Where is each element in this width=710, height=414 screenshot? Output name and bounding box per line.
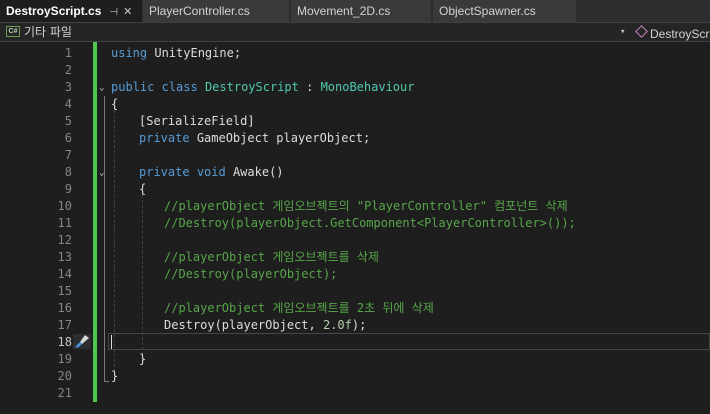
code-text: playerObject; <box>269 131 371 145</box>
line-number: 19 <box>57 352 72 366</box>
close-icon[interactable]: ✕ <box>123 6 132 18</box>
base-class-name: MonoBehaviour <box>320 80 415 94</box>
fold-toggle-icon[interactable]: ⌄ <box>99 80 104 97</box>
keyword: private <box>139 165 190 179</box>
code-text: : <box>298 80 321 94</box>
line-number: 1 <box>64 46 72 60</box>
line-number: 3 <box>64 80 72 94</box>
code-line-20: } <box>111 369 119 383</box>
code-line-4: { <box>111 97 119 111</box>
line-number: 11 <box>57 216 72 230</box>
line-number: 20 <box>57 369 72 383</box>
line-number: 5 <box>64 114 72 128</box>
code-line-5: [SerializeField] <box>139 114 255 128</box>
class-icon <box>635 25 648 38</box>
type-name: GameObject <box>196 131 270 145</box>
code-editor[interactable]: 1 2 3 4 5 6 7 8 9 10 11 12 13 14 15 16 17 18 19 20 21 ⌄ ⌄ us… <box>0 42 710 414</box>
code-line-10: //playerObject 게임오브젝트의 "PlayerController… <box>164 199 568 213</box>
line-number: 17 <box>57 318 72 332</box>
keyword: void <box>196 165 226 179</box>
document-tab-bar: DestroyScript.cs ⊣ ✕ PlayerController.cs M… <box>0 0 710 22</box>
code-text: UnityEngine; <box>147 46 242 60</box>
code-line-9: { <box>139 182 147 196</box>
tab-movement-2d[interactable]: Movement_2D.cs <box>291 0 432 22</box>
line-number: 4 <box>64 97 72 111</box>
line-number: 13 <box>57 250 72 264</box>
line-number: 21 <box>57 386 72 400</box>
line-number: 12 <box>57 233 72 247</box>
tab-label: ObjectSpawner.cs <box>439 4 536 18</box>
line-number: 7 <box>64 148 72 162</box>
line-number: 18 <box>57 335 72 349</box>
keyword: using <box>111 46 148 60</box>
code-text: Awake() <box>225 165 284 179</box>
type-dropdown[interactable]: DestroyScript <box>633 23 710 41</box>
chevron-down-icon[interactable]: ▾ <box>620 24 625 41</box>
tab-objectspawner[interactable]: ObjectSpawner.cs <box>433 0 577 22</box>
tab-playercontroller[interactable]: PlayerController.cs <box>143 0 290 22</box>
tab-label: Movement_2D.cs <box>297 4 391 18</box>
change-tracking-bar <box>93 42 97 402</box>
code-text: ); <box>351 318 367 332</box>
class-name: DestroyScript <box>204 80 299 94</box>
code-line-16: //playerObject 게임오브젝트를 2초 뒤에 삭제 <box>164 301 434 315</box>
tab-destroyscript[interactable]: DestroyScript.cs ⊣ ✕ <box>0 0 142 22</box>
line-number: 2 <box>64 63 72 77</box>
tab-label: DestroyScript.cs <box>6 4 102 18</box>
line-number: 16 <box>57 301 72 315</box>
line-number: 15 <box>57 284 72 298</box>
code-line-3: public class DestroyScript : MonoBehavio… <box>111 79 414 96</box>
code-line-6: private GameObject playerObject; <box>139 130 370 147</box>
project-dropdown[interactable]: 기타 파일 <box>24 24 72 41</box>
code-line-11: //Destroy(playerObject.GetComponent<Play… <box>164 216 576 230</box>
line-number: 9 <box>64 182 72 196</box>
code-line-17: Destroy(playerObject, 2.0f); <box>164 317 366 334</box>
pin-icon[interactable]: ⊣ <box>109 7 118 18</box>
quick-actions-brush-icon[interactable] <box>73 334 91 349</box>
line-number: 8 <box>64 165 72 179</box>
navigation-bar: C# 기타 파일 ▾ DestroyScript <box>0 22 710 42</box>
code-line-13: //playerObject 게임오브젝트를 삭제 <box>164 250 379 264</box>
text-caret <box>111 335 112 349</box>
keyword: private <box>139 131 190 145</box>
number-literal: 2.0f <box>322 318 352 332</box>
fold-region-end <box>104 381 109 382</box>
tab-label: PlayerController.cs <box>149 4 250 18</box>
keyword: public <box>111 80 155 94</box>
code-line-14: //Destroy(playerObject); <box>164 267 338 281</box>
line-number: 6 <box>64 131 72 145</box>
code-line-19: } <box>139 352 147 366</box>
line-number: 10 <box>57 199 72 213</box>
current-line-highlight <box>108 333 710 350</box>
code-line-8: private void Awake() <box>139 164 284 181</box>
glyph-margin <box>0 42 20 414</box>
code-line-1: using UnityEngine; <box>111 45 241 62</box>
line-number: 14 <box>57 267 72 281</box>
keyword: class <box>161 80 198 94</box>
csharp-file-icon: C# <box>6 26 20 37</box>
fold-region-line <box>104 96 105 382</box>
type-dropdown-label: DestroyScript <box>650 27 710 41</box>
code-text: Destroy(playerObject, <box>164 318 323 332</box>
